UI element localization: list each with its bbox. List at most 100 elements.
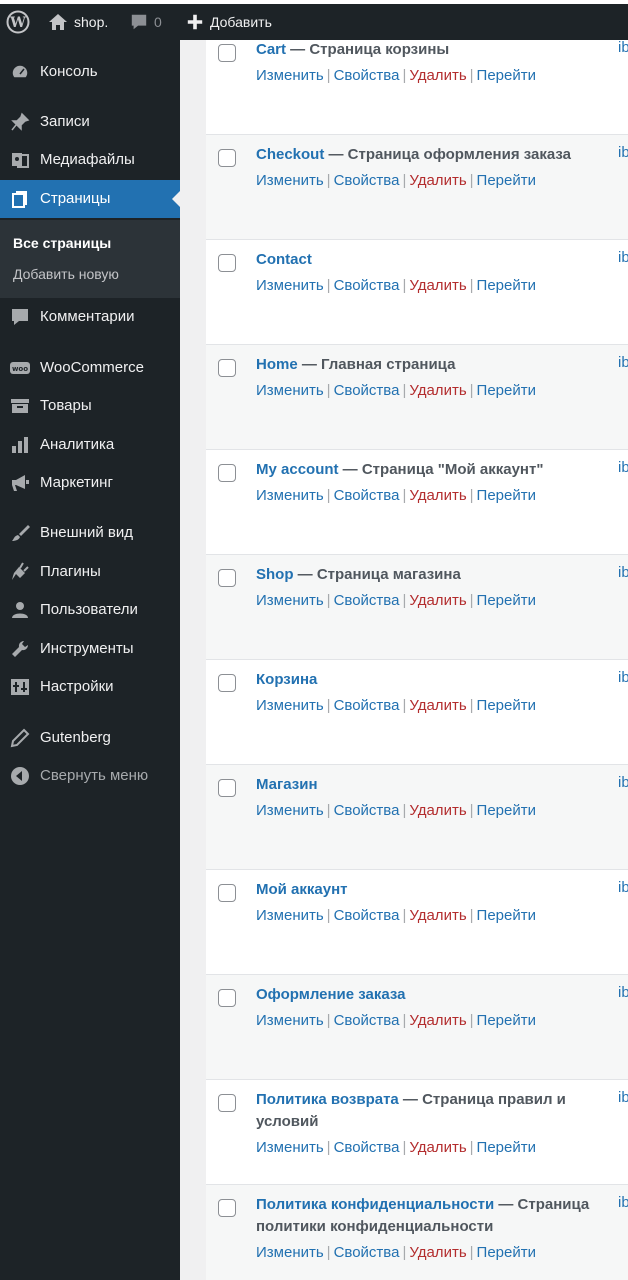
menu-item-settings[interactable]: Настройки bbox=[0, 668, 180, 706]
edit-link[interactable]: Изменить bbox=[256, 907, 324, 924]
add-new-link[interactable]: Добавить bbox=[186, 4, 272, 40]
view-link[interactable]: Перейти bbox=[477, 802, 536, 819]
page-title-link[interactable]: Оформление заказа bbox=[256, 986, 406, 1003]
page-title-link[interactable]: Home bbox=[256, 356, 298, 373]
quick-edit-link[interactable]: Свойства bbox=[334, 1139, 400, 1156]
comments-link[interactable]: 0 bbox=[130, 4, 162, 40]
view-link[interactable]: Перейти bbox=[477, 592, 536, 609]
quick-edit-link[interactable]: Свойства bbox=[334, 1244, 400, 1261]
trash-link[interactable]: Удалить bbox=[409, 382, 466, 399]
edit-link[interactable]: Изменить bbox=[256, 277, 324, 294]
row-checkbox[interactable] bbox=[218, 779, 236, 797]
row-checkbox[interactable] bbox=[218, 989, 236, 1007]
menu-item-woocommerce[interactable]: woo WooCommerce bbox=[0, 349, 180, 387]
menu-item-appearance[interactable]: Внешний вид bbox=[0, 514, 180, 552]
view-link[interactable]: Перейти bbox=[477, 487, 536, 504]
trash-link[interactable]: Удалить bbox=[409, 907, 466, 924]
page-title-link[interactable]: My account bbox=[256, 461, 339, 478]
edit-link[interactable]: Изменить bbox=[256, 172, 324, 189]
author-link[interactable]: ib bbox=[618, 40, 628, 56]
view-link[interactable]: Перейти bbox=[477, 907, 536, 924]
author-link[interactable]: ib bbox=[618, 564, 628, 581]
author-link[interactable]: ib bbox=[618, 144, 628, 161]
author-link[interactable]: ib bbox=[618, 669, 628, 686]
edit-link[interactable]: Изменить bbox=[256, 1244, 324, 1261]
quick-edit-link[interactable]: Свойства bbox=[334, 172, 400, 189]
author-link[interactable]: ib bbox=[618, 354, 628, 371]
menu-item-posts[interactable]: Записи bbox=[0, 103, 180, 141]
edit-link[interactable]: Изменить bbox=[256, 382, 324, 399]
author-link[interactable]: ib bbox=[618, 459, 628, 476]
row-checkbox[interactable] bbox=[218, 674, 236, 692]
menu-item-analytics[interactable]: Аналитика bbox=[0, 426, 180, 464]
menu-item-gutenberg[interactable]: Gutenberg bbox=[0, 719, 180, 757]
trash-link[interactable]: Удалить bbox=[409, 172, 466, 189]
quick-edit-link[interactable]: Свойства bbox=[334, 382, 400, 399]
author-link[interactable]: ib bbox=[618, 774, 628, 791]
row-checkbox[interactable] bbox=[218, 1199, 236, 1217]
menu-item-media[interactable]: Медиафайлы bbox=[0, 141, 180, 179]
author-link[interactable]: ib bbox=[618, 879, 628, 896]
author-link[interactable]: ib bbox=[618, 984, 628, 1001]
author-link[interactable]: ib bbox=[618, 1089, 628, 1106]
view-link[interactable]: Перейти bbox=[477, 1244, 536, 1261]
menu-item-marketing[interactable]: Маркетинг bbox=[0, 464, 180, 502]
trash-link[interactable]: Удалить bbox=[409, 277, 466, 294]
edit-link[interactable]: Изменить bbox=[256, 697, 324, 714]
quick-edit-link[interactable]: Свойства bbox=[334, 592, 400, 609]
edit-link[interactable]: Изменить bbox=[256, 67, 324, 84]
menu-item-pages[interactable]: Страницы bbox=[0, 180, 180, 218]
view-link[interactable]: Перейти bbox=[477, 67, 536, 84]
quick-edit-link[interactable]: Свойства bbox=[334, 907, 400, 924]
page-title-link[interactable]: Contact bbox=[256, 251, 312, 268]
trash-link[interactable]: Удалить bbox=[409, 67, 466, 84]
row-checkbox[interactable] bbox=[218, 464, 236, 482]
wordpress-logo-button[interactable]: W bbox=[6, 4, 30, 40]
row-checkbox[interactable] bbox=[218, 254, 236, 272]
menu-item-dashboard[interactable]: Консоль bbox=[0, 53, 180, 91]
collapse-menu-button[interactable]: Свернуть меню bbox=[0, 757, 180, 795]
row-checkbox[interactable] bbox=[218, 884, 236, 902]
trash-link[interactable]: Удалить bbox=[409, 487, 466, 504]
page-title-link[interactable]: Политика возврата bbox=[256, 1091, 399, 1108]
row-checkbox[interactable] bbox=[218, 569, 236, 587]
page-title-link[interactable]: Магазин bbox=[256, 776, 318, 793]
page-title-link[interactable]: Мой аккаунт bbox=[256, 881, 348, 898]
trash-link[interactable]: Удалить bbox=[409, 1139, 466, 1156]
quick-edit-link[interactable]: Свойства bbox=[334, 277, 400, 294]
page-title-link[interactable]: Cart bbox=[256, 41, 286, 58]
submenu-all-pages[interactable]: Все страницы bbox=[13, 235, 111, 251]
site-name-link[interactable]: shop. bbox=[48, 4, 108, 40]
view-link[interactable]: Перейти bbox=[477, 382, 536, 399]
menu-item-plugins[interactable]: Плагины bbox=[0, 553, 180, 591]
menu-item-products[interactable]: Товары bbox=[0, 387, 180, 425]
quick-edit-link[interactable]: Свойства bbox=[334, 487, 400, 504]
quick-edit-link[interactable]: Свойства bbox=[334, 67, 400, 84]
edit-link[interactable]: Изменить bbox=[256, 487, 324, 504]
page-title-link[interactable]: Checkout bbox=[256, 146, 324, 163]
page-title-link[interactable]: Shop bbox=[256, 566, 294, 583]
row-checkbox[interactable] bbox=[218, 359, 236, 377]
trash-link[interactable]: Удалить bbox=[409, 1244, 466, 1261]
view-link[interactable]: Перейти bbox=[477, 277, 536, 294]
quick-edit-link[interactable]: Свойства bbox=[334, 697, 400, 714]
menu-item-comments[interactable]: Комментарии bbox=[0, 298, 180, 336]
submenu-add-new[interactable]: Добавить новую bbox=[13, 266, 119, 282]
trash-link[interactable]: Удалить bbox=[409, 592, 466, 609]
trash-link[interactable]: Удалить bbox=[409, 802, 466, 819]
page-title-link[interactable]: Корзина bbox=[256, 671, 317, 688]
row-checkbox[interactable] bbox=[218, 44, 236, 62]
menu-item-users[interactable]: Пользователи bbox=[0, 591, 180, 629]
edit-link[interactable]: Изменить bbox=[256, 592, 324, 609]
edit-link[interactable]: Изменить bbox=[256, 1139, 324, 1156]
trash-link[interactable]: Удалить bbox=[409, 697, 466, 714]
edit-link[interactable]: Изменить bbox=[256, 802, 324, 819]
edit-link[interactable]: Изменить bbox=[256, 1012, 324, 1029]
view-link[interactable]: Перейти bbox=[477, 172, 536, 189]
quick-edit-link[interactable]: Свойства bbox=[334, 1012, 400, 1029]
view-link[interactable]: Перейти bbox=[477, 697, 536, 714]
trash-link[interactable]: Удалить bbox=[409, 1012, 466, 1029]
view-link[interactable]: Перейти bbox=[477, 1012, 536, 1029]
author-link[interactable]: ib bbox=[618, 1194, 628, 1211]
row-checkbox[interactable] bbox=[218, 149, 236, 167]
